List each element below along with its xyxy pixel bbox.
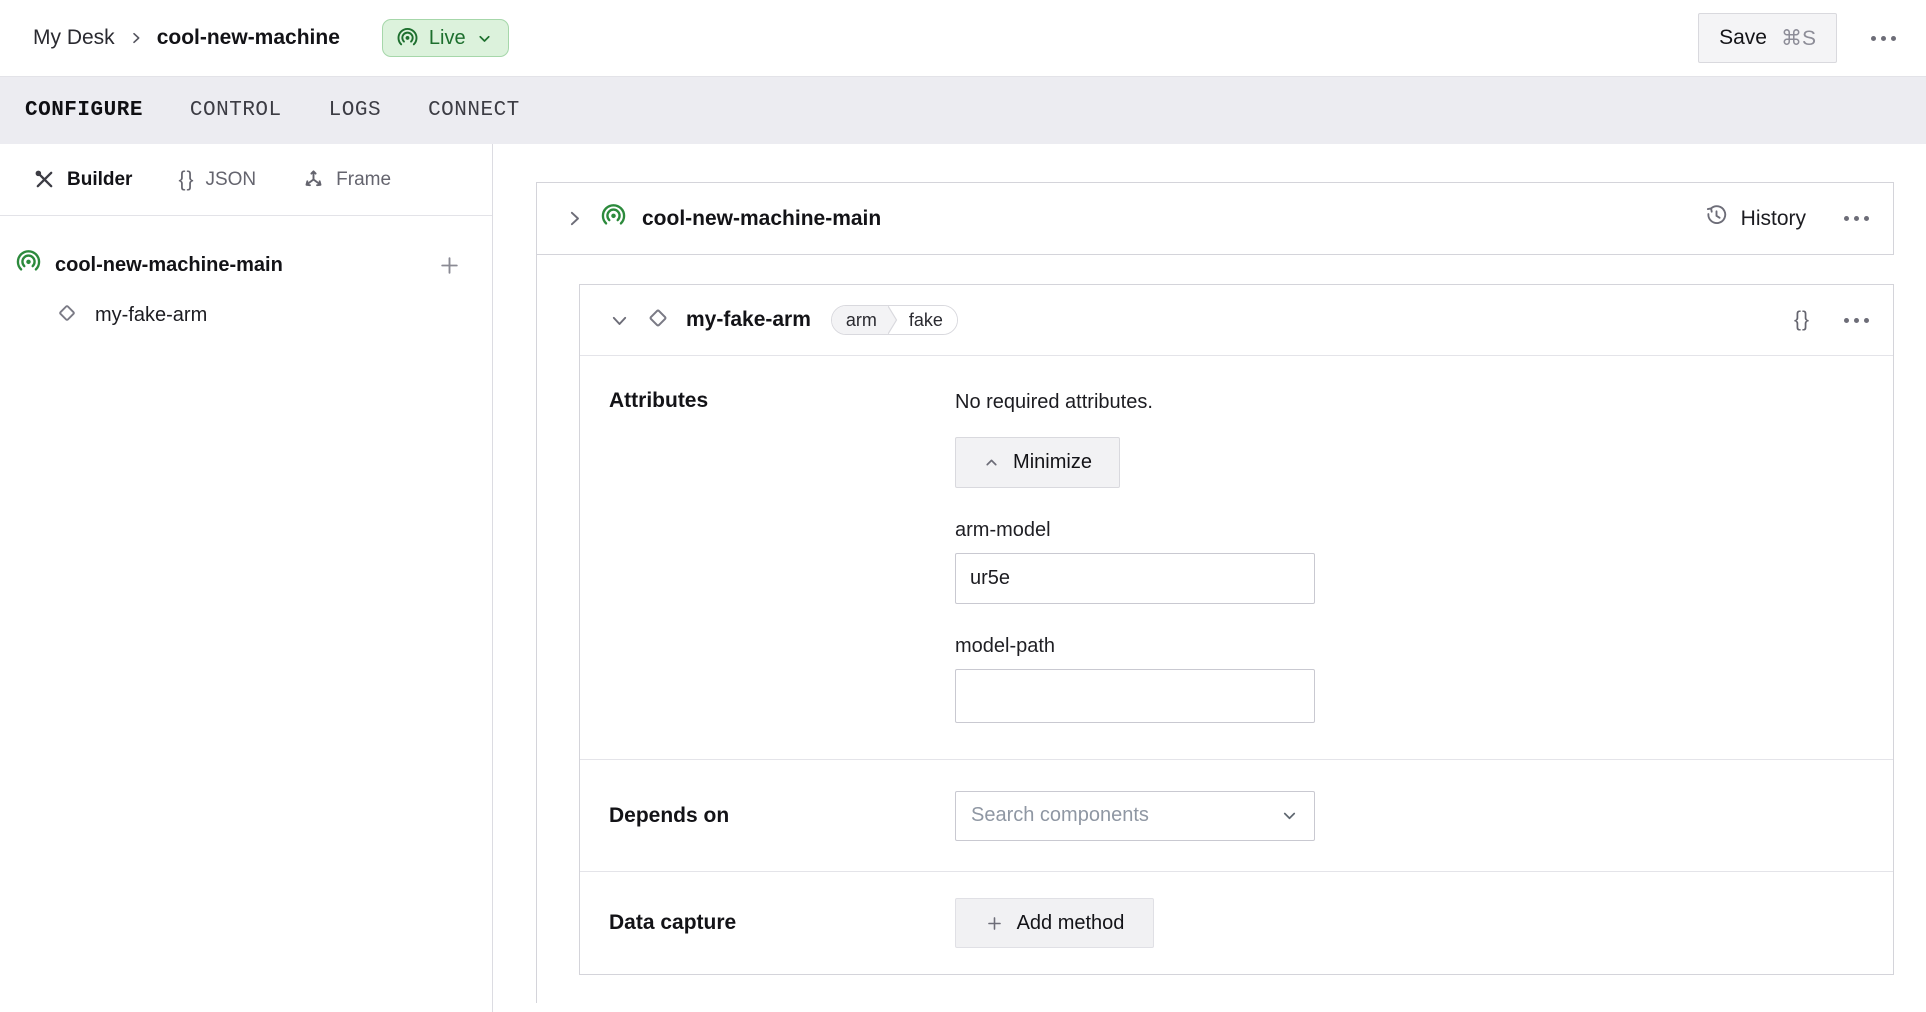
attributes-content: No required attributes. Minimize arm-mod… bbox=[955, 389, 1893, 723]
machine-part-card: cool-new-machine-main History bbox=[536, 182, 1894, 255]
chevron-down-icon bbox=[1280, 806, 1299, 825]
config-view-tabs: Builder {} JSON Frame bbox=[0, 144, 492, 216]
tree-connector-line bbox=[536, 255, 537, 1003]
top-bar: My Desk cool-new-machine Live Save ⌘S bbox=[0, 0, 1926, 76]
braces-icon: {} bbox=[178, 168, 194, 192]
minimize-button[interactable]: Minimize bbox=[955, 437, 1120, 488]
depends-on-placeholder: Search components bbox=[971, 804, 1149, 827]
data-capture-heading: Data capture bbox=[609, 911, 955, 935]
save-button[interactable]: Save ⌘S bbox=[1698, 13, 1837, 63]
save-shortcut: ⌘S bbox=[1781, 26, 1816, 51]
tree-item-label: my-fake-arm bbox=[95, 304, 207, 327]
data-capture-content: Add method bbox=[955, 898, 1893, 948]
component-card-header: my-fake-arm arm fake {} bbox=[580, 285, 1893, 356]
depends-on-heading: Depends on bbox=[609, 804, 955, 828]
tools-icon bbox=[33, 168, 56, 191]
chevron-up-icon bbox=[983, 454, 1000, 471]
ellipsis-icon bbox=[1844, 318, 1849, 323]
content-area: Builder {} JSON Frame bbox=[0, 144, 1926, 1012]
view-tab-builder-label: Builder bbox=[67, 169, 132, 191]
diamond-icon bbox=[645, 305, 671, 336]
tree-item-machine-part[interactable]: cool-new-machine-main bbox=[15, 240, 462, 290]
tree-item-label: cool-new-machine-main bbox=[55, 254, 283, 277]
component-card-title: my-fake-arm bbox=[686, 308, 811, 332]
live-status-label: Live bbox=[429, 27, 466, 50]
view-tab-json[interactable]: {} JSON bbox=[178, 168, 256, 192]
depends-on-section: Depends on Search components bbox=[580, 759, 1893, 871]
arm-model-input[interactable] bbox=[955, 553, 1315, 604]
field-label-arm-model: arm-model bbox=[955, 519, 1893, 542]
chevron-right-icon bbox=[128, 30, 144, 46]
attributes-heading: Attributes bbox=[609, 389, 955, 723]
component-card: my-fake-arm arm fake {} bbox=[579, 284, 1894, 975]
edit-json-button[interactable]: {} bbox=[1794, 308, 1810, 332]
add-method-button-label: Add method bbox=[1017, 912, 1125, 935]
expand-part-button[interactable] bbox=[564, 208, 585, 229]
attributes-note: No required attributes. bbox=[955, 389, 1893, 414]
live-status-badge[interactable]: Live bbox=[382, 19, 509, 57]
plus-icon bbox=[985, 914, 1004, 933]
ellipsis-icon bbox=[1871, 36, 1876, 41]
machine-tree: cool-new-machine-main my-fake-arm bbox=[0, 216, 492, 340]
chevron-right-icon bbox=[564, 208, 585, 229]
config-sidebar: Builder {} JSON Frame bbox=[0, 144, 493, 1012]
tab-connect[interactable]: CONNECT bbox=[428, 93, 520, 128]
data-capture-section: Data capture Add method bbox=[580, 871, 1893, 974]
chevron-down-icon bbox=[609, 310, 630, 331]
minimize-button-label: Minimize bbox=[1013, 451, 1092, 474]
depends-on-content: Search components bbox=[955, 791, 1893, 841]
view-tab-frame[interactable]: Frame bbox=[302, 168, 391, 191]
machine-menu-button[interactable] bbox=[1867, 30, 1900, 47]
part-menu-button[interactable] bbox=[1840, 210, 1873, 227]
broadcast-icon bbox=[396, 27, 419, 50]
badge-model-label: fake bbox=[898, 306, 957, 334]
badge-divider bbox=[888, 306, 898, 334]
component-type-badge: arm fake bbox=[831, 305, 958, 335]
plus-icon bbox=[437, 253, 462, 278]
part-card-actions: History bbox=[1704, 203, 1873, 234]
breadcrumb: My Desk cool-new-machine bbox=[33, 26, 340, 50]
chevron-down-icon bbox=[476, 30, 493, 47]
part-card-title: cool-new-machine-main bbox=[642, 207, 881, 231]
collapse-component-button[interactable] bbox=[609, 310, 630, 331]
tree-item-component[interactable]: my-fake-arm bbox=[15, 290, 462, 340]
add-method-button[interactable]: Add method bbox=[955, 898, 1154, 948]
broadcast-icon bbox=[600, 203, 627, 235]
tab-configure[interactable]: CONFIGURE bbox=[25, 93, 143, 128]
view-tab-json-label: JSON bbox=[205, 169, 256, 191]
ellipsis-icon bbox=[1844, 216, 1849, 221]
diamond-icon bbox=[55, 301, 79, 330]
component-menu-button[interactable] bbox=[1840, 312, 1873, 329]
breadcrumb-current: cool-new-machine bbox=[157, 26, 340, 50]
config-main-panel: cool-new-machine-main History bbox=[493, 144, 1926, 1012]
axes-icon bbox=[302, 168, 325, 191]
component-card-actions: {} bbox=[1794, 308, 1873, 332]
history-button-label: History bbox=[1741, 207, 1806, 231]
history-button[interactable]: History bbox=[1704, 203, 1806, 234]
depends-on-select[interactable]: Search components bbox=[955, 791, 1315, 841]
attributes-section: Attributes No required attributes. Minim… bbox=[580, 356, 1893, 759]
badge-api-label: arm bbox=[832, 306, 888, 334]
field-label-model-path: model-path bbox=[955, 635, 1893, 658]
topbar-actions: Save ⌘S bbox=[1698, 13, 1900, 63]
view-tab-frame-label: Frame bbox=[336, 169, 391, 191]
breadcrumb-parent[interactable]: My Desk bbox=[33, 26, 115, 50]
broadcast-icon bbox=[15, 249, 42, 281]
history-clock-icon bbox=[1704, 203, 1729, 234]
tab-logs[interactable]: LOGS bbox=[329, 93, 381, 128]
tab-control[interactable]: CONTROL bbox=[190, 93, 282, 128]
save-button-label: Save bbox=[1719, 26, 1767, 50]
view-tab-builder[interactable]: Builder bbox=[33, 168, 132, 191]
add-component-button[interactable] bbox=[437, 253, 462, 278]
machine-nav-tabs: CONFIGURE CONTROL LOGS CONNECT bbox=[0, 76, 1926, 144]
model-path-input[interactable] bbox=[955, 669, 1315, 723]
